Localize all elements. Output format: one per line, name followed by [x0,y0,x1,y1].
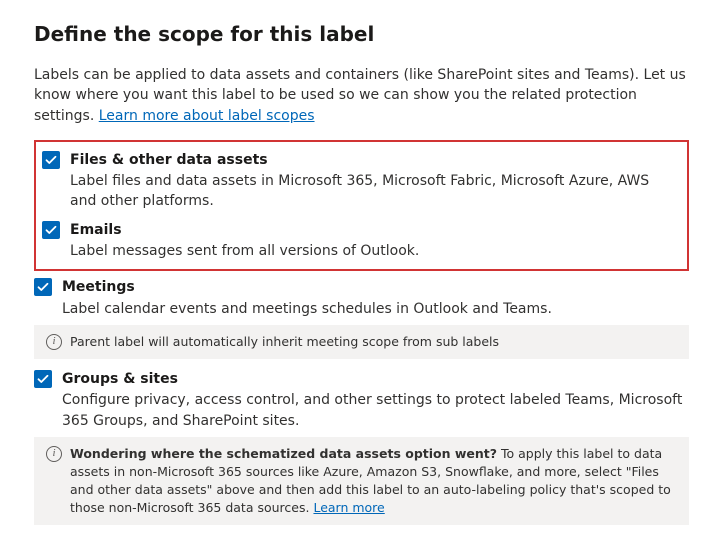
info-bar-meetings: i Parent label will automatically inheri… [34,325,689,359]
checkbox-groups[interactable] [34,370,52,388]
checkmark-icon [37,281,49,293]
checkbox-files[interactable] [42,151,60,169]
option-files-title: Files & other data assets [70,150,679,170]
option-groups-desc: Configure privacy, access control, and o… [62,390,689,431]
option-files: Files & other data assets Label files an… [42,150,679,212]
option-emails-desc: Label messages sent from all versions of… [70,241,679,261]
info-schematized-bold: Wondering where the schematized data ass… [70,446,497,461]
option-emails: Emails Label messages sent from all vers… [42,220,679,262]
checkbox-emails[interactable] [42,221,60,239]
checkmark-icon [45,154,57,166]
highlighted-scope-group: Files & other data assets Label files an… [34,140,689,271]
info-icon: i [46,446,62,462]
learn-more-scopes-link[interactable]: Learn more about label scopes [99,108,315,124]
info-icon: i [46,334,62,350]
option-meetings: Meetings Label calendar events and meeti… [34,277,689,319]
page-title: Define the scope for this label [34,20,689,49]
info-schematized-text: Wondering where the schematized data ass… [70,445,677,518]
option-groups-title: Groups & sites [62,369,689,389]
option-meetings-title: Meetings [62,277,689,297]
option-meetings-desc: Label calendar events and meetings sched… [62,299,689,319]
info-meetings-text: Parent label will automatically inherit … [70,333,499,351]
option-files-desc: Label files and data assets in Microsoft… [70,171,679,212]
option-emails-title: Emails [70,220,679,240]
checkmark-icon [45,224,57,236]
intro-paragraph: Labels can be applied to data assets and… [34,65,689,126]
option-groups: Groups & sites Configure privacy, access… [34,369,689,431]
info-schematized-link[interactable]: Learn more [313,500,384,515]
info-bar-schematized: i Wondering where the schematized data a… [34,437,689,526]
checkbox-meetings[interactable] [34,278,52,296]
checkmark-icon [37,373,49,385]
